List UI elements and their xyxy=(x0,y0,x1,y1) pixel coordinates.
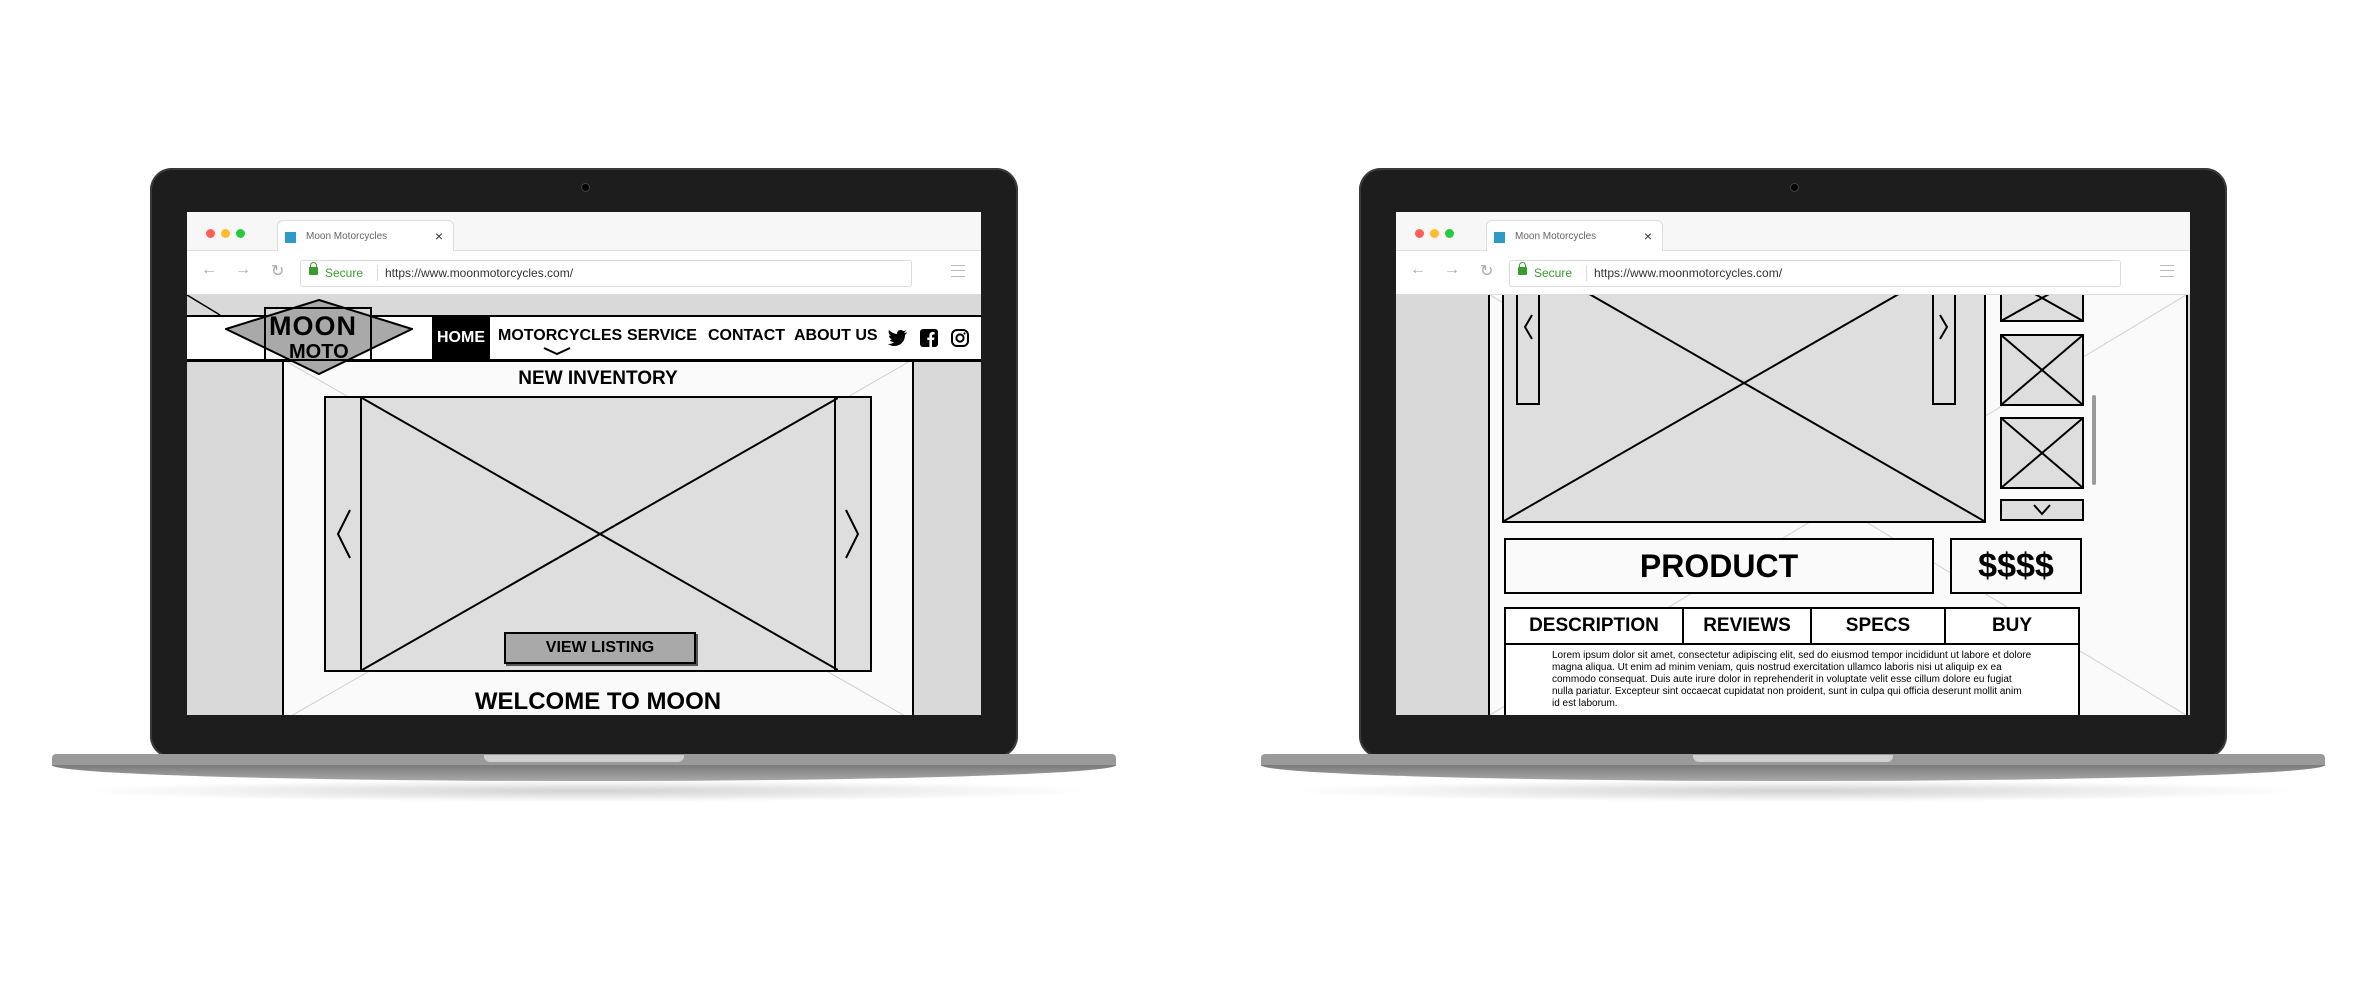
product-next-button[interactable] xyxy=(1932,295,1956,405)
browser-tab-strip: Moon Motorcycles × xyxy=(187,212,981,252)
image-placeholder xyxy=(362,398,838,670)
forward-icon[interactable]: → xyxy=(235,261,251,279)
browser-window: Moon Motorcycles × ← → ↻ Secure https://… xyxy=(187,212,981,715)
thumbnail-scroll-down-button[interactable] xyxy=(2000,499,2084,521)
favicon-icon xyxy=(1494,232,1505,243)
url-text[interactable]: https://www.moonmotorcycles.com/ xyxy=(1594,266,1782,280)
reload-icon[interactable]: ↻ xyxy=(271,261,284,281)
url-text[interactable]: https://www.moonmotorcycles.com/ xyxy=(385,266,573,280)
maximize-window-button[interactable] xyxy=(236,229,245,238)
maximize-window-button[interactable] xyxy=(1445,229,1454,238)
product-price: $$$$ xyxy=(1950,538,2082,594)
hero-carousel: VIEW LISTING xyxy=(324,396,872,672)
thumbnail-1[interactable] xyxy=(2000,295,2084,322)
twitter-icon[interactable] xyxy=(888,329,908,347)
webcam xyxy=(1790,183,1799,192)
product-details-panel: DESCRIPTION REVIEWS SPECS BUY Lorem ipsu… xyxy=(1504,607,2080,715)
laptop-product: Moon Motorcycles × ← → ↻ Secure https://… xyxy=(1209,0,2378,1000)
logo-text-moto: MOTO xyxy=(289,341,349,363)
chevron-left-icon xyxy=(1523,314,1533,340)
nav-about-us[interactable]: ABOUT US xyxy=(794,327,878,345)
back-icon[interactable]: ← xyxy=(201,261,217,279)
main-content-panel: NEW INVENTORY VIEW LISTING WELCOME TO MO… xyxy=(282,360,914,715)
tab-title: Moon Motorcycles xyxy=(1515,231,1597,242)
tab-close-icon[interactable]: × xyxy=(1644,228,1652,244)
chevron-right-icon xyxy=(1939,314,1949,340)
product-tabs: DESCRIPTION REVIEWS SPECS BUY xyxy=(1506,609,2078,645)
laptop-base-edge xyxy=(1261,765,2325,781)
tab-close-icon[interactable]: × xyxy=(435,228,443,244)
facebook-icon[interactable] xyxy=(920,329,938,347)
nav-home[interactable]: HOME xyxy=(432,317,490,359)
wireframe-product-page: PRODUCT $$$$ DESCRIPTION REVIEWS SPECS B… xyxy=(1396,295,2190,715)
favicon-icon xyxy=(285,232,296,243)
address-bar[interactable]: Secure https://www.moonmotorcycles.com/ xyxy=(300,260,912,287)
tab-description[interactable]: DESCRIPTION xyxy=(1506,609,1684,643)
close-window-button[interactable] xyxy=(206,229,215,238)
address-bar[interactable]: Secure https://www.moonmotorcycles.com/ xyxy=(1509,260,2121,287)
webcam xyxy=(581,183,590,192)
browser-tab-strip: Moon Motorcycles × xyxy=(1396,212,2190,252)
carousel-next-button[interactable] xyxy=(834,398,870,670)
chevron-left-icon xyxy=(336,509,351,559)
thumbnail-strip xyxy=(2000,295,2084,521)
address-divider xyxy=(377,265,378,281)
instagram-icon[interactable] xyxy=(951,329,969,347)
lock-icon xyxy=(309,262,318,275)
browser-toolbar: ← → ↻ Secure https://www.moonmotorcycles… xyxy=(187,251,981,295)
back-icon[interactable]: ← xyxy=(1410,261,1426,279)
welcome-heading: WELCOME TO MOON xyxy=(474,688,722,715)
forward-icon[interactable]: → xyxy=(1444,261,1460,279)
product-prev-button[interactable] xyxy=(1516,295,1540,405)
nav-service[interactable]: SERVICE xyxy=(627,327,697,345)
close-window-button[interactable] xyxy=(1415,229,1424,238)
reload-icon[interactable]: ↻ xyxy=(1480,261,1493,281)
browser-window: Moon Motorcycles × ← → ↻ Secure https://… xyxy=(1396,212,2190,715)
lock-icon xyxy=(1518,262,1527,275)
nav-motorcycles[interactable]: MOTORCYCLES xyxy=(498,327,622,345)
nav-contact[interactable]: CONTACT xyxy=(708,327,785,345)
secure-label: Secure xyxy=(325,266,364,280)
address-divider xyxy=(1586,265,1587,281)
browser-tab[interactable]: Moon Motorcycles × xyxy=(1486,220,1663,252)
tab-specs[interactable]: SPECS xyxy=(1812,609,1946,643)
laptop-notch xyxy=(484,755,684,762)
tab-buy[interactable]: BUY xyxy=(1946,609,2078,643)
browser-tab[interactable]: Moon Motorcycles × xyxy=(277,220,454,252)
thumbnail-3[interactable] xyxy=(2000,417,2084,489)
minimize-window-button[interactable] xyxy=(221,229,230,238)
secure-label: Secure xyxy=(1534,266,1573,280)
browser-toolbar: ← → ↻ Secure https://www.moonmotorcycles… xyxy=(1396,251,2190,295)
site-logo[interactable]: MOON MOTO xyxy=(225,299,413,375)
laptop-base-edge xyxy=(52,765,1116,781)
tab-title: Moon Motorcycles xyxy=(306,231,388,242)
chevron-down-icon xyxy=(543,347,571,356)
browser-menu-icon[interactable] xyxy=(951,265,965,277)
laptop-home: Moon Motorcycles × ← → ↻ Secure https://… xyxy=(0,0,1189,1000)
logo-text-moon: MOON xyxy=(269,311,357,341)
product-title: PRODUCT xyxy=(1504,538,1934,594)
browser-menu-icon[interactable] xyxy=(2160,265,2174,277)
laptop-shadow xyxy=(1279,780,2309,802)
thumbnail-2[interactable] xyxy=(2000,334,2084,406)
minimize-window-button[interactable] xyxy=(1430,229,1439,238)
page-scrollbar[interactable] xyxy=(2092,395,2096,485)
laptop-notch xyxy=(1693,755,1893,762)
chevron-right-icon xyxy=(845,509,860,559)
product-image-viewer xyxy=(1502,295,1986,523)
laptop-shadow xyxy=(70,780,1100,802)
image-placeholder xyxy=(1504,295,1984,521)
wireframe-home-page: NEW INVENTORY VIEW LISTING WELCOME TO MO… xyxy=(187,295,981,715)
tab-reviews[interactable]: REVIEWS xyxy=(1684,609,1812,643)
product-description-text: Lorem ipsum dolor sit amet, consectetur … xyxy=(1552,650,2032,709)
view-listing-button[interactable]: VIEW LISTING xyxy=(504,632,696,664)
carousel-prev-button[interactable] xyxy=(326,398,362,670)
